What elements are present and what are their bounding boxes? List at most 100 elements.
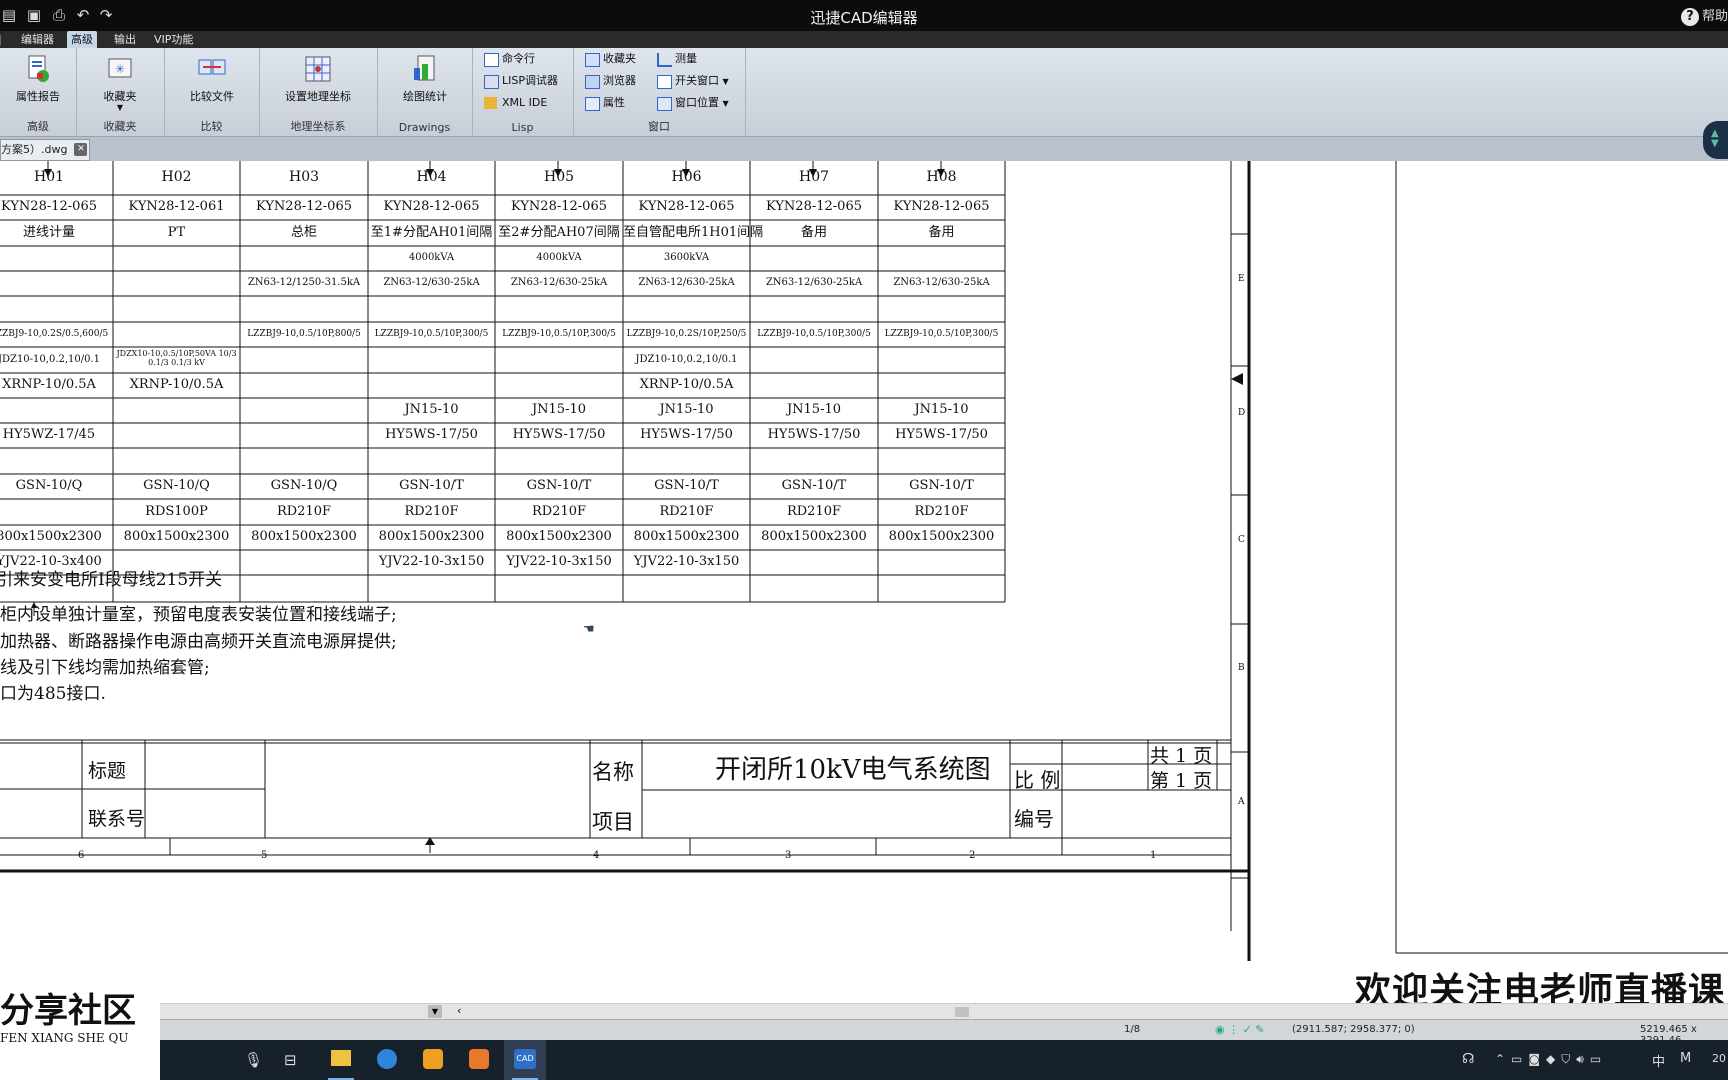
clock: 20 [1712,1052,1726,1065]
group-window-label: 窗口 [648,120,670,133]
browser-button[interactable]: 浏览器 [585,72,636,90]
note-3: 加热器、断路器操作电源由高频开关直流电源屏提供; [0,632,397,652]
table-cell-size: 800x1500x2300 [633,529,740,545]
group-advanced: 属性报告 高级 [0,48,77,136]
document-tab[interactable]: 方案5）.dwg ✕ [0,139,91,161]
horizontal-scrollbar[interactable]: ▼ ‹ [160,1003,1728,1020]
table-cell-models: KYN28-12-065 [383,199,480,215]
browser-app[interactable] [366,1040,408,1080]
group-drawings-label: Drawings [398,121,451,134]
table-cell-switch: JN15-10 [659,402,714,418]
group-geo: 设置地理坐标 地理坐标系 [259,48,378,136]
ruler-4: 4 [593,850,600,861]
table-cell-protect: RD210F [914,503,969,519]
window-position-button[interactable]: 窗口位置 ▼ [657,94,729,112]
close-tab-icon[interactable]: ✕ [74,143,88,156]
table-cell-uses: 至1#分配AH01间隔 [370,224,493,240]
property-report-button[interactable]: 属性报告 [4,54,72,104]
table-cell-breaker: ZN63-12/630-25kA [383,277,480,289]
scroll-thumb[interactable] [955,1007,969,1017]
group-window: 收藏夹 浏览器 属性 测量 开关窗口 ▼ 窗口位置 ▼ 窗口 [573,48,746,136]
help-button[interactable]: ? 帮助 [1680,5,1728,26]
scroll-dropdown-icon[interactable]: ▼ [428,1005,442,1018]
drawing-canvas[interactable]: H01 H02 H03 H04 H05 H06 H07 H08 KYN28-12-065 KYN2… [0,161,1728,1003]
group-advanced-label: 高级 [27,120,49,133]
app-orange-2[interactable] [458,1040,500,1080]
orange-app-icon [423,1049,443,1069]
file-explorer-app[interactable] [320,1040,362,1080]
scale-label: 比 例 [1014,768,1061,792]
command-line-icon [484,53,499,67]
scroll-left-icon[interactable]: ‹ [457,1004,461,1017]
group-favorites-label: 收藏夹 [103,120,137,133]
property-report-icon [28,55,49,82]
group-drawings: 绘图统计 Drawings [377,48,473,136]
table-cell-pt: JDZX10-10,0.5/10P,50VA 10/3 0.1/3 0.1/3 … [116,349,237,367]
ime-mode-icon[interactable]: M [1680,1051,1691,1066]
status-coordinates: (2911.587; 2958.377; 0) [1292,1024,1415,1035]
microphone-icon[interactable]: 🎙︎ [244,1051,263,1069]
svg-text:✳: ✳ [115,62,125,76]
task-view-icon[interactable]: ⊟ [284,1051,297,1069]
table-cell-ct: LZZBJ9-10,0.5/10P,300/5 [374,328,489,339]
table-cell-breaker: ZN63-12/630-25kA [510,277,608,289]
favorites-button[interactable]: ✳ 收藏夹 ▼ [86,54,154,112]
tab-editor[interactable]: 编辑器 [17,31,58,48]
table-cell-codes: H01 [33,169,65,186]
table-cell-codes: H07 [798,169,830,186]
compare-files-icon [198,59,226,75]
window-position-icon [657,97,672,111]
tab-advanced[interactable]: 高级 [67,31,97,48]
table-cell-pt: JDZ10-10,0.2,10/0.1 [635,353,738,365]
project-label: 项目 [592,810,634,834]
toggle-window-button[interactable]: 开关窗口 ▼ [657,72,729,90]
tray-icons[interactable]: ⌃▭◙◆⛉🔊︎▭ [1495,1052,1607,1067]
table-cell-fuse: XRNP-10/0.5A [129,377,224,393]
table-cell-fuse: XRNP-10/0.5A [639,377,734,393]
group-lisp: 命令行 LISP调试器 XML IDE Lisp [472,48,574,136]
app-orange[interactable] [412,1040,454,1080]
table-cell-arrester: HY5WS-17/50 [895,427,988,443]
lisp-debugger-button[interactable]: LISP调试器 [484,72,558,90]
xml-ide-button[interactable]: XML IDE [484,94,547,112]
tab-partial[interactable]: | [0,31,6,48]
window-position-label: 窗口位置 [675,96,719,109]
table-cell-capacity: 4000kVA [408,252,455,264]
set-geo-coordinates-label: 设置地理坐标 [285,90,351,103]
table-cell-uses: 至2#分配AH07间隔 [498,224,620,240]
table-cell-lock: GSN-10/Q [15,478,83,494]
xml-ide-icon [484,97,497,109]
property-report-label: 属性报告 [16,90,60,103]
table-cell-protect: RD210F [404,503,459,519]
favorites-small-button[interactable]: 收藏夹 [585,50,636,68]
table-cell-uses: 进线计量 [22,224,75,240]
snap-icons[interactable]: ◉ ⋮ ✓ ✎ [1215,1023,1265,1036]
properties-button[interactable]: 属性 [585,94,625,112]
properties-icon [585,97,600,111]
compare-files-label: 比较文件 [190,90,234,103]
drawing-name: 开闭所10kV电气系统图 [715,755,991,785]
table-cell-arrester: HY5WZ-17/45 [2,427,96,443]
table-cell-capacity: 3600kVA [663,252,710,264]
table-cell-models: KYN28-12-065 [255,199,352,215]
table-cell-size: 800x1500x2300 [888,529,995,545]
title-label: 标题 [88,760,127,782]
help-icon: ? [1680,8,1699,26]
table-cell-breaker: ZN63-12/1250-31.5kA [247,277,361,289]
navigation-orb[interactable]: ▲ ▼ [1703,121,1728,159]
cad-app[interactable]: CAD [504,1040,546,1080]
drawing-statistics-button[interactable]: 绘图统计 [387,54,463,104]
compare-files-button[interactable]: 比较文件 [174,54,250,104]
table-cell-lock: GSN-10/T [526,478,592,494]
ime-indicator[interactable]: 中 [1652,1051,1665,1070]
people-icon[interactable]: ☊ [1462,1051,1474,1067]
measure-button[interactable]: 测量 [657,50,697,68]
table-cell-breaker: ZN63-12/630-25kA [893,277,990,289]
tab-output[interactable]: 输出 [110,31,140,48]
set-geo-coordinates-button[interactable]: 设置地理坐标 [273,54,363,104]
table-cell-protect: RD210F [531,503,587,519]
command-line-button[interactable]: 命令行 [484,50,535,68]
tab-vip[interactable]: VIP功能 [150,31,197,48]
table-cell-arrester: HY5WS-17/50 [385,427,478,443]
ribbon: 属性报告 高级 ✳ 收藏夹 ▼ 收藏夹 比较文件 比较 设置地理坐标 地理坐标系… [0,48,1728,137]
